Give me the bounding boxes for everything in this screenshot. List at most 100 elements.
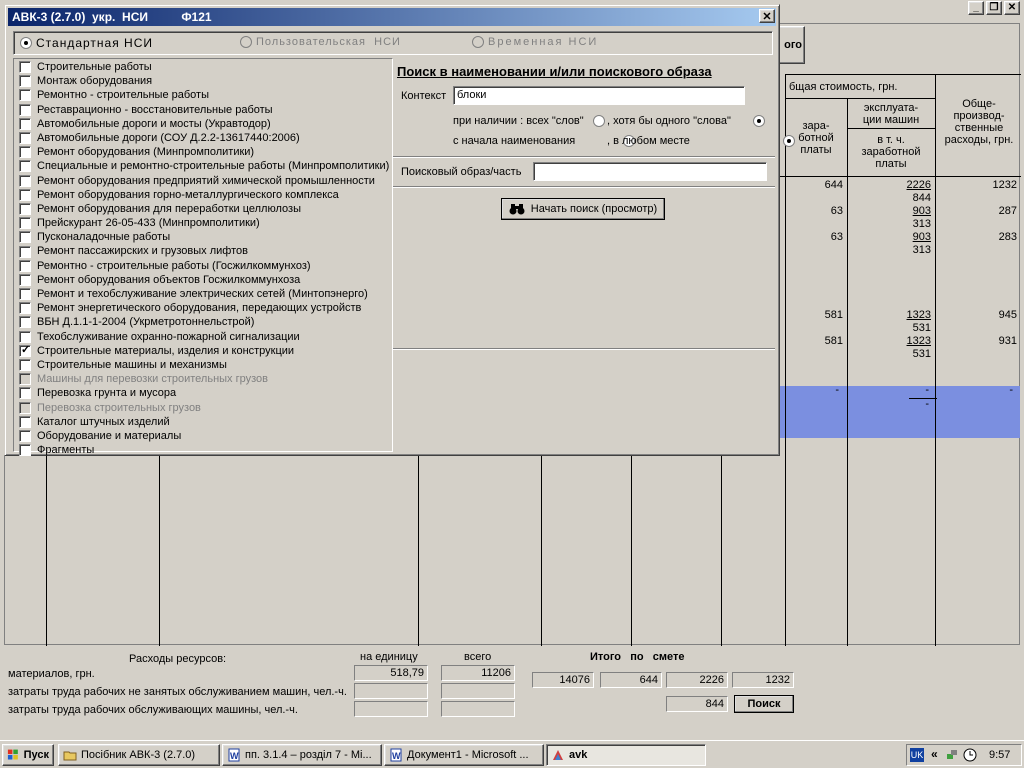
checkbox[interactable] xyxy=(19,302,31,315)
taskbar: Пуск Посібник АВК-3 (2.7.0) W пп. 3.1.4 … xyxy=(0,740,1024,768)
context-input[interactable]: блоки xyxy=(453,86,745,105)
checkbox[interactable] xyxy=(19,146,31,159)
catalog-item-label: Реставрационно - восстановительные работ… xyxy=(37,103,273,116)
checkbox[interactable] xyxy=(19,429,31,442)
labor2-per-unit xyxy=(354,701,428,717)
catalog-item-label: Каталог штучных изделий xyxy=(37,415,170,428)
task-word-2[interactable]: W Документ1 - Microsoft ... xyxy=(384,744,544,766)
dialog-titlebar[interactable]: АВК-3 (2.7.0) укр. НСИ Ф121 xyxy=(8,8,776,26)
checkbox[interactable] xyxy=(19,231,31,244)
checkbox[interactable] xyxy=(19,330,31,343)
catalog-item[interactable]: Строительные материалы, изделия и констр… xyxy=(19,343,392,358)
checkbox[interactable] xyxy=(19,273,31,286)
catalog-item[interactable]: Специальные и ремонтно-строительные рабо… xyxy=(19,159,392,173)
catalog-item[interactable]: Автомобильные дороги (СОУ Д.2.2-13617440… xyxy=(19,131,392,145)
checkbox[interactable] xyxy=(19,373,31,386)
close-button[interactable]: ✕ xyxy=(1004,1,1020,15)
search-button[interactable]: Поиск xyxy=(734,695,794,713)
restore-button[interactable]: ❐ xyxy=(986,1,1002,15)
catalog-item[interactable]: Ремонт оборудования для переработки целл… xyxy=(19,202,392,216)
cell-machine: 2226 xyxy=(906,179,931,191)
catalog-item[interactable]: Ремонт оборудования (Минпромполитики) xyxy=(19,145,392,159)
selected-table-row[interactable]: - - - - xyxy=(777,384,1020,438)
catalog-item[interactable]: Монтаж оборудования xyxy=(19,74,392,88)
catalog-item[interactable]: Машины для перевозки строительных грузов xyxy=(19,372,392,386)
task-folder[interactable]: Посібник АВК-3 (2.7.0) xyxy=(58,744,220,766)
cell-machine-wage: 531 xyxy=(912,322,931,334)
checkbox[interactable] xyxy=(19,160,31,173)
checkbox[interactable] xyxy=(19,117,31,130)
task-word-1[interactable]: W пп. 3.1.4 – розділ 7 - Mi... xyxy=(222,744,382,766)
catalog-item-label: Ремонт энергетического оборудования, пер… xyxy=(37,302,362,315)
catalog-item[interactable]: Перевозка грунта и мусора xyxy=(19,386,392,400)
catalog-item[interactable]: Ремонт оборудования предприятий химическ… xyxy=(19,174,392,188)
catalog-item[interactable]: Ремонт оборудования горно-металлургическ… xyxy=(19,188,392,202)
checkbox[interactable] xyxy=(19,202,31,215)
tray-expand-icon[interactable]: « xyxy=(931,747,938,761)
catalog-item-label: Строительные материалы, изделия и констр… xyxy=(37,344,295,357)
checkbox[interactable] xyxy=(19,75,31,88)
catalog-item[interactable]: Каталог штучных изделий xyxy=(19,415,392,429)
pattern-input[interactable] xyxy=(533,162,767,181)
sum-machine-wage: 844 xyxy=(666,696,728,712)
cell-machine: 1323 xyxy=(906,309,931,321)
labor2-label: затраты труда рабочих обслуживающих маши… xyxy=(8,704,298,716)
checkbox[interactable] xyxy=(19,343,31,357)
cell-overhead: 287 xyxy=(998,205,1017,217)
start-button[interactable]: Пуск xyxy=(2,744,54,766)
checkbox[interactable] xyxy=(19,174,31,187)
nsi-option-user[interactable]: Пользовательская НСИ xyxy=(240,36,401,48)
catalog-item[interactable]: Строительные машины и механизмы xyxy=(19,358,392,372)
cell-machine-wage: 531 xyxy=(912,348,931,360)
nsi-option-standard[interactable]: Стандартная НСИ xyxy=(20,36,153,50)
task-avk-active[interactable]: avk xyxy=(546,744,706,766)
catalog-item[interactable]: Перевозка строительных грузов xyxy=(19,401,392,415)
presence-any-radio[interactable] xyxy=(753,115,766,128)
checkbox[interactable] xyxy=(19,387,31,400)
catalog-item[interactable]: Ремонтно - строительные работы xyxy=(19,88,392,102)
checkbox[interactable] xyxy=(19,415,31,428)
catalog-item[interactable]: ВБН Д.1.1-1-2004 (Укрметротоннельстрой) xyxy=(19,315,392,329)
checkbox[interactable] xyxy=(19,132,31,145)
checkbox[interactable] xyxy=(19,288,31,301)
header-overhead: Обще- производ- ственные расходы, грн. xyxy=(944,98,1014,146)
checkbox[interactable] xyxy=(19,188,31,201)
radio-icon xyxy=(472,36,484,48)
catalog-item[interactable]: Автомобильные дороги и мосты (Укравтодор… xyxy=(19,117,392,131)
catalog-item[interactable]: Ремонт и техобслуживание электрических с… xyxy=(19,287,392,301)
checkbox[interactable] xyxy=(19,259,31,272)
catalog-item[interactable]: Ремонтно - строительные работы (Госжилко… xyxy=(19,259,392,273)
catalog-item[interactable]: Техобслуживание охранно-пожарной сигнали… xyxy=(19,330,392,344)
nsi-option-temp[interactable]: Временная НСИ xyxy=(472,36,598,48)
minimize-button[interactable]: _ xyxy=(968,1,984,15)
catalog-item[interactable]: Реставрационно - восстановительные работ… xyxy=(19,103,392,117)
presence-any-label: , хотя бы одного "слова" xyxy=(607,115,731,127)
clock-time[interactable]: 9:57 xyxy=(989,749,1010,761)
checkbox[interactable] xyxy=(19,316,31,329)
catalog-item[interactable]: Оборудование и материалы xyxy=(19,429,392,443)
catalog-item-label: Ремонтно - строительные работы xyxy=(37,89,209,102)
language-indicator[interactable]: UK xyxy=(910,748,924,762)
dialog-close-button[interactable]: ✕ xyxy=(759,9,775,23)
nsi-option-label: Временная НСИ xyxy=(488,36,599,48)
checkbox[interactable] xyxy=(19,359,31,372)
catalog-item[interactable]: Фрагменты xyxy=(19,443,392,457)
presence-all-radio[interactable] xyxy=(593,115,605,128)
checkbox[interactable] xyxy=(19,89,31,102)
start-search-button[interactable]: Начать поиск (просмотр) xyxy=(501,198,665,220)
catalog-item[interactable]: Пусконаладочные работы xyxy=(19,230,392,244)
network-icon[interactable] xyxy=(945,748,959,762)
checkbox[interactable] xyxy=(19,401,31,414)
checkbox[interactable] xyxy=(19,61,31,74)
catalog-item[interactable]: Ремонт пассажирских и грузовых лифтов xyxy=(19,244,392,258)
catalog-item[interactable]: Прейскурант 26-05-433 (Минпромполитики) xyxy=(19,216,392,230)
clock-icon[interactable] xyxy=(963,748,977,762)
catalog-item[interactable]: Строительные работы xyxy=(19,60,392,74)
catalog-item[interactable]: Ремонт энергетического оборудования, пер… xyxy=(19,301,392,315)
checkbox[interactable] xyxy=(19,245,31,258)
checkbox[interactable] xyxy=(19,444,31,457)
catalog-item[interactable]: Ремонт оборудования объектов Госжилкомму… xyxy=(19,273,392,287)
checkbox[interactable] xyxy=(19,217,31,230)
search-title: Поиск в наименовании и/или поискового об… xyxy=(397,64,712,79)
checkbox[interactable] xyxy=(19,103,31,116)
